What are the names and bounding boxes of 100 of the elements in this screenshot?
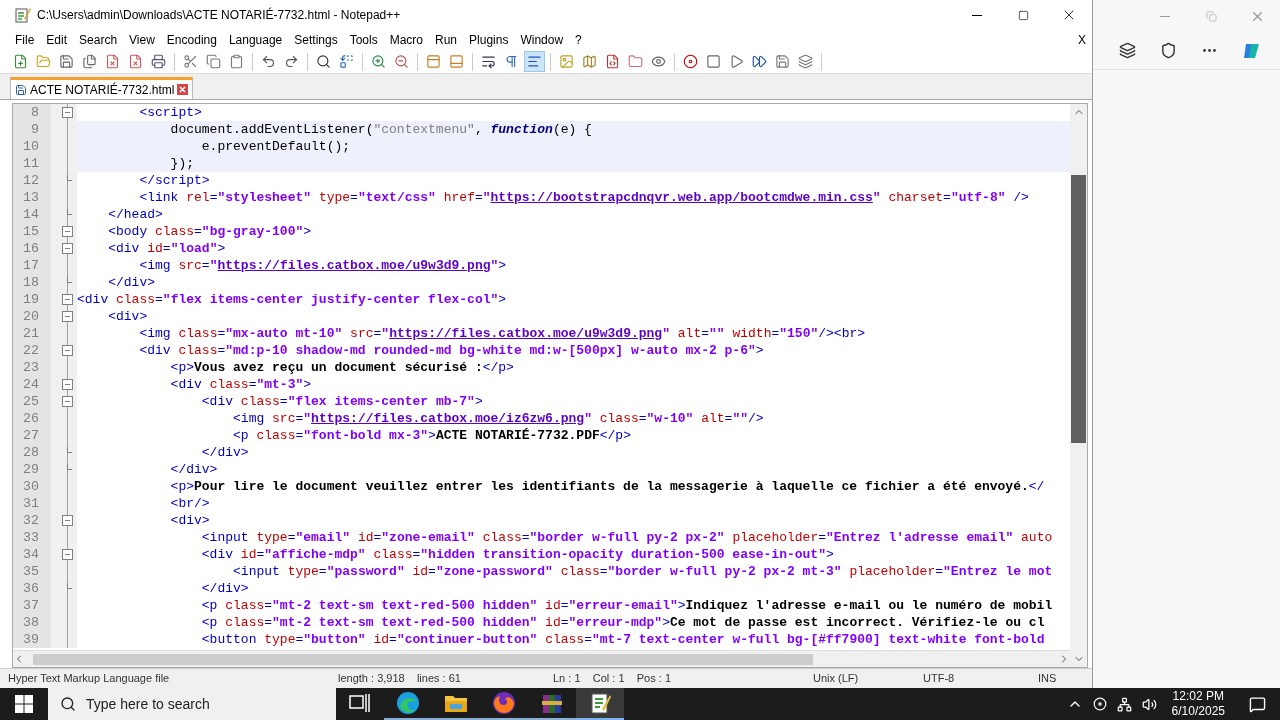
scrollbar-thumb[interactable] [33,653,813,665]
taskbar-search-field[interactable]: Type here to search [48,688,336,720]
menu-item[interactable]: Tools [343,31,384,49]
status-text: Hyper Text Markup Language file [7,671,171,687]
close-file-icon [105,54,120,69]
menu-item[interactable]: Language [222,31,289,49]
menu-item[interactable]: File [9,31,41,49]
fold-minus-icon[interactable] [62,107,73,118]
replace-icon [339,54,354,69]
menu-item[interactable]: Run [429,31,464,49]
line-number: 9 [13,121,51,138]
code-line: </div> [107,274,156,291]
fold-minus-icon[interactable] [62,226,73,237]
window-title: C:\Users\admin\Downloads\ACTE NOTARIÉ-7732.html - Notepad++ [37,6,401,24]
vertical-scrollbar[interactable] [1070,104,1087,667]
menu-item[interactable]: ? [569,31,588,49]
line-number: 33 [13,529,51,546]
minimize-icon [1160,15,1170,17]
panel-top-icon [426,54,441,69]
menu-item[interactable]: Settings [288,31,344,49]
notifications-icon[interactable] [1249,695,1266,713]
save-icon [59,54,74,69]
fold-minus-icon[interactable] [62,345,73,356]
image-icon [559,54,574,69]
shield-icon[interactable] [1160,42,1177,59]
code-line: <div> [107,308,149,325]
menu-item[interactable]: Encoding [160,31,223,49]
line-number: 18 [13,274,51,291]
code-file-icon [605,54,620,69]
zoom-out-icon [394,54,409,69]
menu-item[interactable]: Edit [40,31,74,49]
code-line: <p>Vous avez reçu un document sécurisé :</p> [169,359,515,376]
fold-minus-icon[interactable] [62,311,73,322]
paste-icon [229,54,244,69]
code-line: <div class="md:p-10 shadow-md rounded-md bg-white md:w-[500px] w-auto mx-2 p-6"> [138,342,765,359]
restore-icon [1205,10,1217,22]
line-number: 25 [13,393,51,410]
fast-forward-icon [752,54,767,69]
fold-minus-icon[interactable] [62,549,73,560]
play-icon [729,54,744,69]
menu-item[interactable]: Plugins [463,31,515,49]
close-document-button[interactable]: X [1078,31,1086,49]
layers-icon [798,54,813,69]
fold-minus-icon[interactable] [62,396,73,407]
line-number: 36 [13,580,51,597]
horizontal-scrollbar[interactable] [13,650,1070,667]
scrollbar-thumb[interactable] [1071,175,1086,443]
fold-minus-icon[interactable] [62,515,73,526]
notepad-icon[interactable] [588,691,612,715]
task-view-icon[interactable] [349,693,371,713]
open-folder-icon [36,54,51,69]
record-icon [683,54,698,69]
clock-date[interactable]: 6/10/2025 [1171,704,1225,719]
line-number: 11 [13,155,51,172]
code-line: <button type="button" id="continuer-button" class="mt-7 text-center w-full bg-[#ff7900] text-white font-bold [200,631,1046,648]
clock-time[interactable]: 12:02 PM [1172,689,1224,704]
code-line: <img src="https://files.catbox.moe/iz6zw6.png" class="w-10" alt=""/> [232,410,765,427]
new-file-icon [13,54,28,69]
line-number: 30 [13,478,51,495]
menu-item[interactable]: View [123,31,161,49]
line-number: 37 [13,597,51,614]
panel-bottom-icon [449,54,464,69]
code-line: <p class="mt-2 text-sm text-red-500 hidden" id="erreur-email">Indiquez l'adresse e-mail ou le numéro de mobil [200,597,1054,614]
fold-minus-icon[interactable] [62,243,73,254]
line-number: 16 [13,240,51,257]
indent-guide-button[interactable] [524,51,545,72]
undo-icon [261,54,276,69]
map-icon [582,54,597,69]
tab-actions-icon[interactable] [1119,42,1136,59]
menu-item[interactable]: Search [73,31,124,49]
close-all-icon [128,54,143,69]
code-line: <img class="mx-auto mt-10" src="https://files.catbox.moe/u9w3d9.png" alt="" width="150"/><br> [138,325,867,342]
browser-swirl-icon[interactable] [396,691,420,715]
code-line: <br/> [169,495,211,512]
code-line: </script> [138,172,211,189]
code-line: <p class="mt-2 text-sm text-red-500 hidden" id="erreur-mdp">Ce mot de passe est incorrect. Vérifiez-le ou cl [200,614,1046,631]
network-icon[interactable] [1116,696,1132,712]
volume-icon[interactable] [1141,696,1157,712]
fold-minus-icon[interactable] [62,294,73,305]
eye-icon [651,54,666,69]
redo-icon [284,54,299,69]
code-line: <script> [138,104,203,121]
zoom-in-icon [371,54,386,69]
fold-minus-icon[interactable] [62,379,73,390]
code-line: <input type="email" id="zone-email" class="border w-full py-2 px-2" placeholder="Entrez l'adresse email" auto [200,529,1054,546]
line-number: 15 [13,223,51,240]
minimize-icon [972,14,982,16]
code-line: </div> [200,444,250,461]
menu-item[interactable]: Macro [383,31,429,49]
file-tab[interactable]: ACTE NOTARIÉ-7732.html [10,77,194,99]
line-number: 23 [13,359,51,376]
line-number: 38 [13,614,51,631]
fox-globe-icon[interactable] [492,691,516,715]
menu-item[interactable]: Window [514,31,570,49]
search-icon [60,696,76,712]
close-tab-icon[interactable] [177,84,189,95]
status-text: Ln : 1 Col : 1 Pos : 1 [552,671,672,687]
tray-device-icon[interactable] [1092,697,1107,711]
status-text: Unix (LF) [812,671,860,687]
line-number: 39 [13,631,51,648]
